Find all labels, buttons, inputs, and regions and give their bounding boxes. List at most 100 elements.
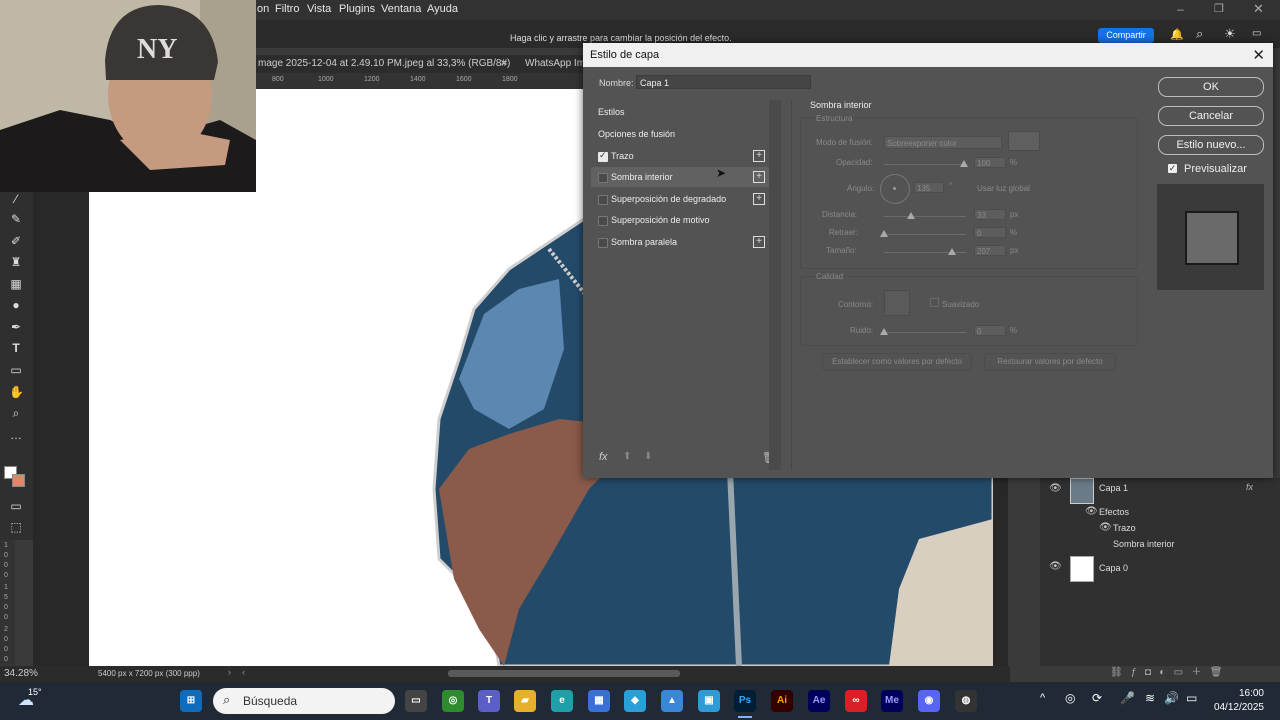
xbox-icon[interactable]: ◎ [442, 690, 464, 712]
make-default-button[interactable]: Establecer como valores por defecto [822, 353, 972, 371]
size-field[interactable]: 207 [974, 245, 1006, 256]
inner-shadow-checkbox[interactable] [598, 173, 608, 183]
close-icon[interactable]: ✕ [1252, 46, 1265, 64]
opacity-slider-thumb[interactable] [960, 160, 968, 167]
angle-dial[interactable] [880, 174, 910, 204]
opacity-slider[interactable] [884, 164, 966, 165]
file-explorer-icon[interactable]: ▰ [514, 690, 536, 712]
menu-window[interactable]: Ventana [381, 3, 421, 15]
tab-close-icon[interactable]: ✕ [500, 58, 508, 69]
search-icon[interactable]: ⌕ [1196, 26, 1203, 42]
zoom-level[interactable]: 34.28% [4, 668, 38, 679]
clone-stamp-icon[interactable]: ♜ [9, 255, 23, 269]
menu-filter[interactable]: Filtro [275, 3, 299, 15]
doc-tab-whatsapp[interactable]: WhatsApp Im [525, 58, 585, 69]
noise-slider-thumb[interactable] [880, 328, 888, 335]
eye-icon[interactable]: 👁 [1049, 483, 1062, 494]
menu-plugins[interactable]: Plugins [339, 3, 375, 15]
media-encoder-icon[interactable]: Me [881, 690, 903, 712]
choke-slider-thumb[interactable] [880, 230, 888, 237]
reset-default-button[interactable]: Restaurar valores por defecto [984, 353, 1116, 371]
photos-icon[interactable]: ▲ [661, 690, 683, 712]
distance-field[interactable]: 33 [974, 209, 1006, 220]
creative-cloud-tray-icon[interactable]: ⟳ [1092, 691, 1102, 705]
eye-icon[interactable]: 👁 [1085, 506, 1098, 517]
add-stroke-icon[interactable]: + [753, 150, 765, 162]
stroke-checkbox[interactable] [598, 150, 608, 162]
eye-icon[interactable]: 👁 [1049, 561, 1062, 572]
tray-app-icon[interactable]: ◎ [1065, 691, 1075, 705]
style-item-stroke[interactable]: Trazo + [591, 146, 777, 166]
antialiased-checkbox[interactable] [930, 298, 939, 307]
styles-list-scrollbar[interactable] [769, 100, 781, 470]
layers-footer-icons[interactable]: ⛓ ƒ ◘ ◐ ▭ ＋ 🗑 [1110, 663, 1223, 678]
illustrator-icon[interactable]: Ai [771, 690, 793, 712]
eyedropper-icon[interactable]: ⁄ [9, 192, 23, 206]
wifi-icon[interactable]: ≋ [1145, 691, 1155, 705]
layer-effects-row[interactable]: 👁 Efectos [1040, 505, 1280, 521]
paint-icon[interactable]: ▣ [698, 690, 720, 712]
global-light-label[interactable]: Usar luz global [977, 184, 1030, 193]
workspace-icon[interactable]: ▭ [1252, 28, 1261, 39]
style-item-inner-shadow[interactable]: Sombra interior + [591, 167, 777, 187]
style-item-pattern-overlay[interactable]: Superposición de motivo [591, 210, 777, 230]
blend-options-item[interactable]: Opciones de fusión [591, 124, 777, 144]
battery-icon[interactable]: ▭ [1186, 691, 1197, 705]
healing-brush-icon[interactable]: ✎ [9, 212, 23, 226]
window-close-icon[interactable]: ✕ [1253, 1, 1264, 17]
quick-mask-icon[interactable]: ▭ [9, 499, 23, 513]
drop-shadow-checkbox[interactable] [598, 238, 608, 248]
contour-picker[interactable] [884, 290, 910, 316]
minimize-icon[interactable]: – [1177, 2, 1184, 16]
shadow-color-swatch[interactable] [1008, 131, 1040, 151]
type-icon[interactable]: T [9, 341, 23, 355]
layer-row-capa-1[interactable]: 👁 Capa 1 fx [1040, 478, 1280, 504]
bell-icon[interactable]: 🔔 [1170, 28, 1184, 41]
style-item-drop-shadow[interactable]: Sombra paralela + [591, 232, 777, 252]
brush-icon[interactable]: ✐ [9, 234, 23, 248]
eye-icon[interactable]: 👁 [1099, 522, 1112, 533]
creative-cloud-icon[interactable]: ∞ [845, 690, 867, 712]
angle-field[interactable]: 135 [914, 182, 944, 193]
teams-icon[interactable]: T [478, 690, 500, 712]
ok-button[interactable]: OK [1158, 77, 1264, 97]
microphone-icon[interactable]: 🎤 [1120, 691, 1135, 705]
discord-icon[interactable]: ◉ [918, 690, 940, 712]
distance-slider[interactable] [884, 216, 966, 217]
add-drop-shadow-icon[interactable]: + [753, 236, 765, 248]
zoom-icon[interactable]: ⌕ [9, 406, 23, 420]
size-slider-thumb[interactable] [948, 248, 956, 255]
gradient-icon[interactable]: ▦ [9, 277, 23, 291]
rectangle-icon[interactable]: ▭ [9, 363, 23, 377]
chevron-up-icon[interactable]: ^ [1040, 692, 1045, 704]
blend-mode-select[interactable]: Sobreexponer color [884, 136, 1002, 149]
brightness-icon[interactable]: ☀ [1224, 26, 1236, 42]
taskbar-search[interactable]: ⌕ Búsqueda [213, 688, 395, 714]
edge-icon[interactable]: e [551, 690, 573, 712]
layer-name-field[interactable]: Capa 1 [636, 75, 811, 89]
opacity-field[interactable]: 100 [974, 157, 1006, 168]
move-up-icon[interactable]: ⬆ [623, 451, 631, 462]
windows-start-icon[interactable]: ⊞ [180, 690, 202, 712]
menu-view[interactable]: Vista [307, 3, 331, 15]
menu-help[interactable]: Ayuda [427, 3, 458, 15]
layer-effect-inner-shadow-row[interactable]: Sombra interior [1040, 537, 1280, 553]
dodge-icon[interactable]: ● [9, 298, 23, 312]
system-clock[interactable]: 16:00 04/12/2025 [1214, 687, 1264, 715]
choke-slider[interactable] [884, 234, 966, 235]
hand-icon[interactable]: ✋ [9, 385, 24, 399]
styles-header[interactable]: Estilos [591, 102, 777, 122]
preview-checkbox[interactable]: ✓ [1168, 164, 1177, 173]
layer-name[interactable]: Capa 0 [1099, 563, 1128, 573]
background-color-swatch[interactable] [12, 474, 25, 487]
layer-row-capa-0[interactable]: 👁 Capa 0 [1040, 556, 1280, 582]
horizontal-scrollbar[interactable] [448, 670, 680, 677]
volume-icon[interactable]: 🔊 [1164, 691, 1179, 705]
cancel-button[interactable]: Cancelar [1158, 106, 1264, 126]
gradient-overlay-checkbox[interactable] [598, 195, 608, 205]
layer-name[interactable]: Capa 1 [1099, 483, 1128, 493]
add-gradient-overlay-icon[interactable]: + [753, 193, 765, 205]
move-down-icon[interactable]: ⬇ [644, 451, 652, 462]
after-effects-icon[interactable]: Ae [808, 690, 830, 712]
add-inner-shadow-icon[interactable]: + [753, 171, 765, 183]
